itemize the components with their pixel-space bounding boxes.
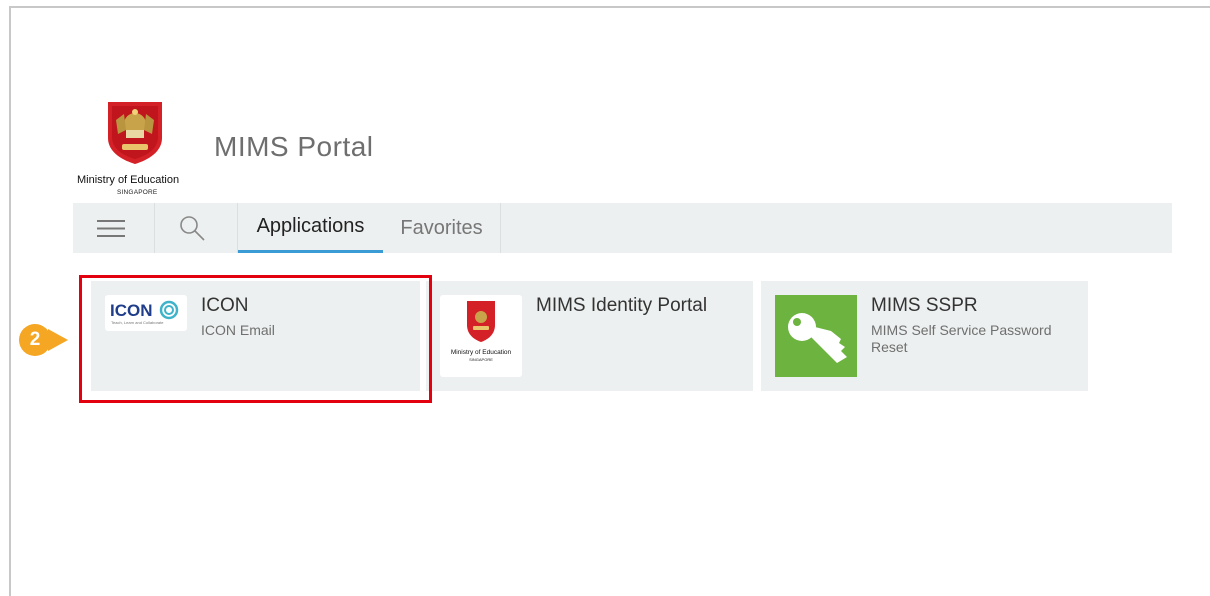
app-description: MIMS Self Service Password Reset	[871, 322, 1052, 355]
moe-crest-logo: Ministry of Education SINGAPORE	[440, 295, 522, 377]
moe-logo[interactable]: Ministry of Education SINGAPORE	[72, 98, 202, 202]
page-title: MIMS Portal	[214, 131, 374, 162]
app-tile-mims-identity-portal[interactable]: Ministry of Education SINGAPORE MIMS Ide…	[426, 281, 753, 391]
app-tile-mims-sspr[interactable]: MIMS SSPR MIMS Self Service Password Res…	[761, 281, 1088, 391]
key-icon	[775, 295, 857, 377]
org-name: Ministry of Education	[77, 174, 180, 186]
svg-text:Ministry of Education: Ministry of Education	[451, 349, 512, 356]
app-title: MIMS SSPR	[871, 295, 978, 316]
hamburger-icon	[97, 220, 125, 237]
step-number: 2	[29, 329, 41, 350]
step-arrow-icon	[48, 329, 68, 351]
tab-applications[interactable]: Applications	[238, 203, 383, 253]
app-title: MIMS Identity Portal	[536, 295, 708, 316]
search-button[interactable]	[155, 203, 238, 253]
search-icon	[180, 216, 205, 241]
svg-text:SINGAPORE: SINGAPORE	[469, 357, 493, 362]
nav-bar: Applications Favorites	[73, 203, 1172, 253]
tab-favorites[interactable]: Favorites	[383, 203, 501, 253]
org-country: SINGAPORE	[117, 189, 158, 196]
highlight-box	[79, 275, 432, 403]
moe-crest-icon	[108, 102, 162, 164]
menu-button[interactable]	[73, 203, 155, 253]
